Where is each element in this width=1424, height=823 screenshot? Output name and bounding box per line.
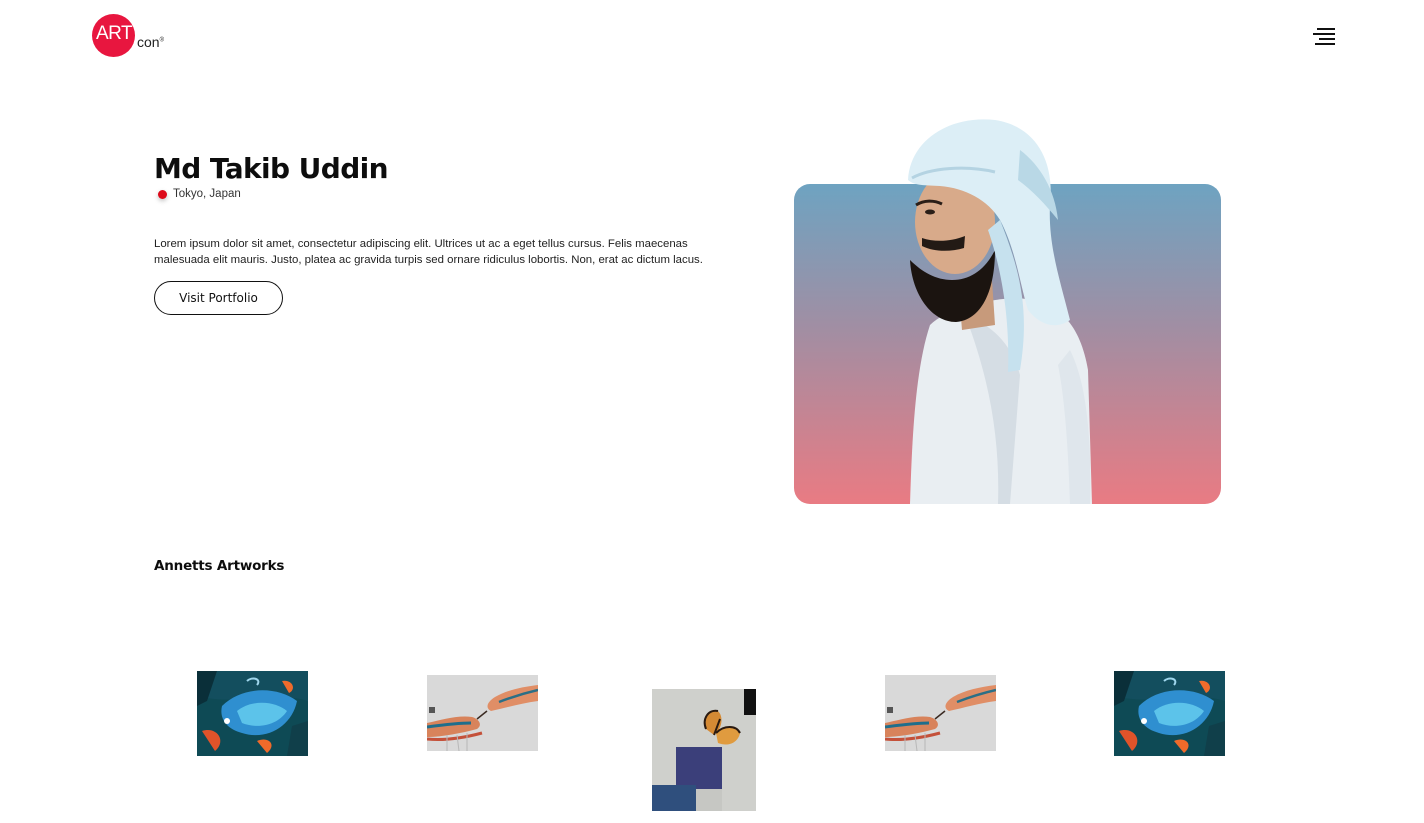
hands-painting-icon [427, 675, 538, 751]
butterfly-painting-icon [652, 689, 756, 811]
artwork-thumbnail-3[interactable] [652, 689, 756, 811]
abstract-koi-painting-icon [197, 671, 308, 756]
hamburger-menu-icon[interactable] [1313, 28, 1335, 46]
artwork-thumbnail-1[interactable] [197, 671, 308, 756]
abstract-koi-painting-icon [1114, 671, 1225, 756]
artist-name: Md Takib Uddin [154, 152, 389, 185]
artwork-thumbnail-4[interactable] [885, 675, 996, 751]
logo-main-text: ART [96, 23, 133, 44]
artist-profile-page: ART con® Md Takib Uddin Tokyo, Japan Lor… [0, 0, 1424, 823]
artist-portrait [908, 119, 1092, 504]
hands-painting-icon [885, 675, 996, 751]
location-dot-icon [158, 189, 167, 199]
artist-bio: Lorem ipsum dolor sit amet, consectetur … [154, 238, 703, 266]
artwork-thumbnail-5[interactable] [1114, 671, 1225, 756]
logo-sub-text: con® [137, 34, 164, 50]
artworks-section-title: Annetts Artworks [154, 558, 285, 574]
artist-location: Tokyo, Japan [158, 188, 241, 200]
logo[interactable]: ART con® [92, 14, 172, 58]
visit-portfolio-button[interactable]: Visit Portfolio [154, 281, 283, 315]
artwork-thumbnail-2[interactable] [427, 675, 538, 751]
location-text: Tokyo, Japan [173, 188, 241, 200]
